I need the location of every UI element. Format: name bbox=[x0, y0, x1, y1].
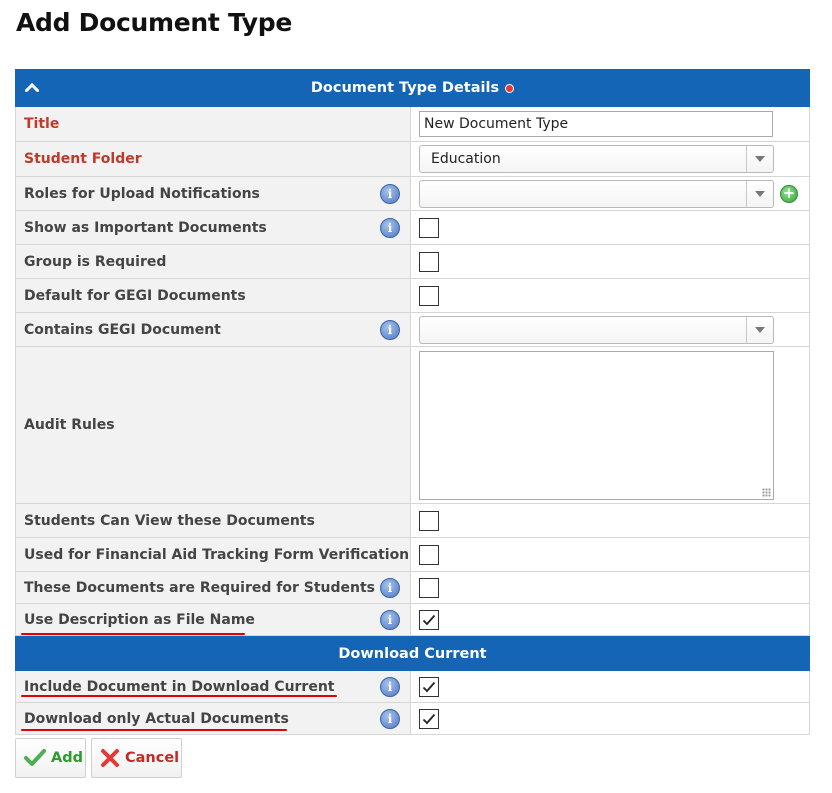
student-folder-value: Education bbox=[431, 151, 501, 167]
resize-grip-icon[interactable] bbox=[762, 487, 771, 497]
contains-gegi-select[interactable] bbox=[419, 315, 774, 344]
field-row-show-important: Show as Important Documents i bbox=[15, 211, 810, 245]
use-description-label: Use Description as File Name bbox=[24, 611, 255, 628]
field-row-title: Title bbox=[15, 107, 810, 142]
field-row-contains-gegi: Contains GEGI Document i bbox=[15, 313, 810, 347]
annotation-underline bbox=[21, 729, 287, 731]
required-dot-icon bbox=[505, 84, 515, 93]
field-row-group-required: Group is Required bbox=[15, 245, 810, 279]
students-view-label: Students Can View these Documents bbox=[16, 504, 411, 537]
field-row-default-gegi: Default for GEGI Documents bbox=[15, 279, 810, 313]
field-row-students-view: Students Can View these Documents bbox=[15, 504, 810, 538]
roles-upload-label: Roles for Upload Notifications bbox=[24, 185, 260, 202]
plus-circle-icon[interactable]: + bbox=[780, 184, 798, 203]
checkmark-icon bbox=[422, 681, 436, 692]
field-row-roles-upload: Roles for Upload Notifications i + bbox=[15, 177, 810, 211]
field-row-required-students: These Documents are Required for Student… bbox=[15, 572, 810, 604]
info-icon[interactable]: i bbox=[380, 676, 400, 697]
field-row-download-actual: Download only Actual Documents i bbox=[15, 703, 810, 735]
chevron-up-icon[interactable] bbox=[25, 81, 39, 93]
info-icon[interactable]: i bbox=[380, 217, 400, 238]
field-row-student-folder: Student Folder Education bbox=[15, 142, 810, 177]
dropdown-arrow-icon[interactable] bbox=[746, 146, 773, 172]
details-section-title: Document Type Details bbox=[310, 80, 500, 96]
download-actual-checkbox[interactable] bbox=[419, 708, 439, 729]
download-actual-label: Download only Actual Documents bbox=[24, 710, 289, 727]
field-row-use-description: Use Description as File Name i bbox=[15, 604, 810, 636]
close-icon bbox=[100, 747, 120, 769]
student-folder-label: Student Folder bbox=[16, 142, 411, 176]
group-required-checkbox[interactable] bbox=[419, 251, 439, 272]
student-folder-select[interactable]: Education bbox=[419, 145, 774, 173]
required-students-checkbox[interactable] bbox=[419, 577, 439, 598]
document-type-form: Document Type Details Title Student Fold… bbox=[15, 69, 810, 735]
dropdown-arrow-icon[interactable] bbox=[746, 316, 773, 343]
default-gegi-label: Default for GEGI Documents bbox=[16, 279, 411, 312]
download-section-title: Download Current bbox=[338, 645, 487, 662]
download-section-header: Download Current bbox=[15, 636, 810, 671]
info-icon[interactable]: i bbox=[380, 708, 400, 729]
students-view-checkbox[interactable] bbox=[419, 510, 439, 531]
cancel-button[interactable]: Cancel bbox=[91, 738, 182, 778]
financial-aid-label: Used for Financial Aid Tracking Form Ver… bbox=[16, 538, 411, 571]
annotation-underline bbox=[21, 633, 245, 635]
checkmark-icon bbox=[422, 713, 436, 724]
audit-rules-label: Audit Rules bbox=[16, 347, 411, 503]
include-download-label: Include Document in Download Current bbox=[24, 678, 335, 695]
include-download-checkbox[interactable] bbox=[419, 676, 439, 697]
field-row-audit-rules: Audit Rules bbox=[15, 347, 810, 504]
page-title: Add Document Type bbox=[16, 8, 292, 37]
audit-rules-textarea[interactable] bbox=[419, 350, 774, 500]
title-label: Title bbox=[16, 107, 411, 141]
group-required-label: Group is Required bbox=[16, 245, 411, 278]
cancel-button-label: Cancel bbox=[125, 750, 180, 766]
annotation-underline bbox=[21, 695, 337, 697]
info-icon[interactable]: i bbox=[380, 609, 400, 630]
field-row-include-download: Include Document in Download Current i bbox=[15, 671, 810, 703]
title-input[interactable] bbox=[419, 111, 773, 137]
field-row-financial-aid: Used for Financial Aid Tracking Form Ver… bbox=[15, 538, 810, 572]
use-description-checkbox[interactable] bbox=[419, 609, 439, 630]
financial-aid-checkbox[interactable] bbox=[419, 544, 439, 565]
show-important-checkbox[interactable] bbox=[419, 217, 439, 238]
info-icon[interactable]: i bbox=[380, 319, 400, 340]
info-icon[interactable]: i bbox=[380, 577, 400, 598]
default-gegi-checkbox[interactable] bbox=[419, 285, 439, 306]
add-button-label: Add bbox=[51, 750, 83, 766]
details-section-header: Document Type Details bbox=[15, 69, 810, 107]
dropdown-arrow-icon[interactable] bbox=[746, 180, 773, 207]
show-important-label: Show as Important Documents bbox=[24, 219, 267, 236]
checkmark-icon bbox=[422, 614, 436, 625]
contains-gegi-label: Contains GEGI Document bbox=[24, 321, 221, 338]
add-button[interactable]: Add bbox=[15, 738, 86, 778]
checkmark-icon bbox=[24, 747, 46, 769]
info-icon[interactable]: i bbox=[380, 183, 400, 204]
roles-upload-select[interactable] bbox=[419, 179, 774, 208]
required-students-label: These Documents are Required for Student… bbox=[24, 579, 375, 596]
